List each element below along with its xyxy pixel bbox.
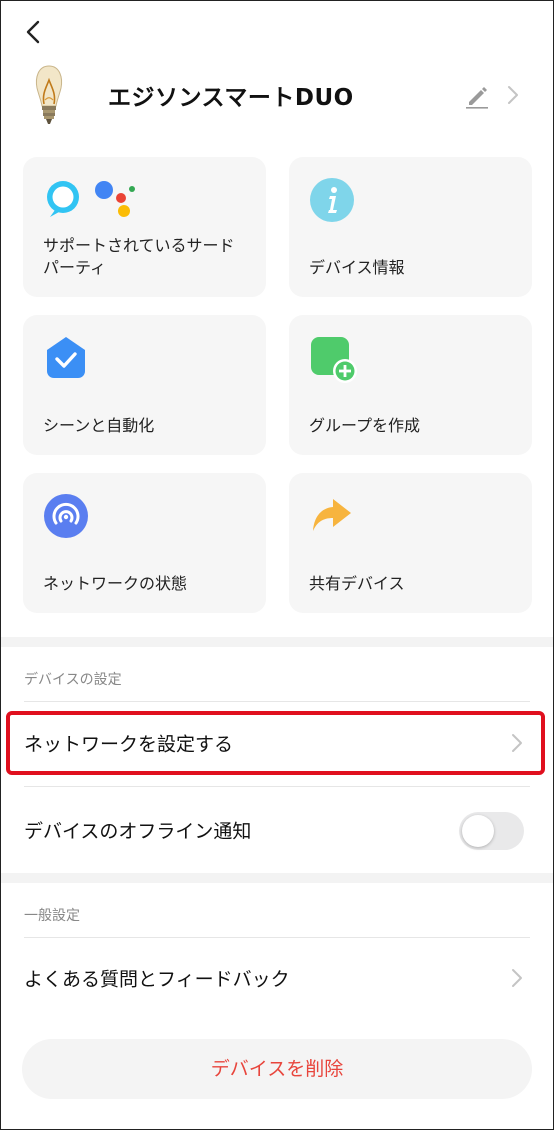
- faq-feedback-label: よくある質問とフィードバック: [24, 968, 290, 991]
- device-settings-title: デバイスの設定: [24, 672, 122, 688]
- card-network-status[interactable]: ネットワークの状態: [23, 473, 266, 613]
- scene-check-icon: [47, 337, 85, 378]
- network-setup-label: ネットワークを設定する: [24, 733, 234, 756]
- general-settings-title: 一般設定: [24, 908, 80, 924]
- card-network-status-label: ネットワークの状態: [43, 574, 188, 593]
- card-create-group[interactable]: グループを作成: [289, 315, 532, 455]
- edison-bulb-icon: [35, 65, 63, 124]
- info-icon: [310, 178, 354, 222]
- chevron-right-icon: [512, 734, 522, 752]
- card-scenes-automation[interactable]: シーンと自動化: [23, 315, 266, 455]
- section-separator: [0, 637, 554, 647]
- card-third-party-label: サポートされているサードパーティ: [43, 236, 235, 277]
- group-add-icon: [311, 337, 357, 383]
- third-party-assistants-icon: [47, 181, 135, 217]
- offline-notify-label: デバイスのオフライン通知: [24, 820, 252, 843]
- share-arrow-icon: [313, 499, 351, 531]
- chevron-right-icon: [512, 969, 522, 987]
- device-title: エジソンスマートDUO: [108, 85, 354, 111]
- card-scenes-automation-label: シーンと自動化: [43, 416, 155, 435]
- card-shared-devices[interactable]: 共有デバイス: [289, 473, 532, 613]
- delete-device-button[interactable]: デバイスを削除: [22, 1039, 532, 1099]
- toggle-knob: [462, 815, 494, 847]
- card-create-group-label: グループを作成: [309, 416, 421, 435]
- divider: [24, 701, 530, 702]
- edit-pencil-icon[interactable]: [463, 82, 491, 110]
- offline-notify-toggle[interactable]: [459, 812, 524, 850]
- card-device-info[interactable]: デバイス情報: [289, 157, 532, 297]
- card-device-info-label: デバイス情報: [309, 258, 405, 277]
- divider: [24, 786, 530, 787]
- network-setup-row[interactable]: ネットワークを設定する: [0, 713, 554, 773]
- section-separator: [0, 873, 554, 883]
- divider: [24, 937, 530, 938]
- header-chevron-right-icon[interactable]: [503, 84, 523, 106]
- network-status-icon: [44, 494, 88, 538]
- card-shared-devices-label: 共有デバイス: [309, 574, 405, 593]
- card-third-party[interactable]: サポートされているサードパーティ: [23, 157, 266, 297]
- faq-feedback-row[interactable]: よくある質問とフィードバック: [0, 948, 554, 1008]
- back-arrow-icon[interactable]: [18, 16, 50, 48]
